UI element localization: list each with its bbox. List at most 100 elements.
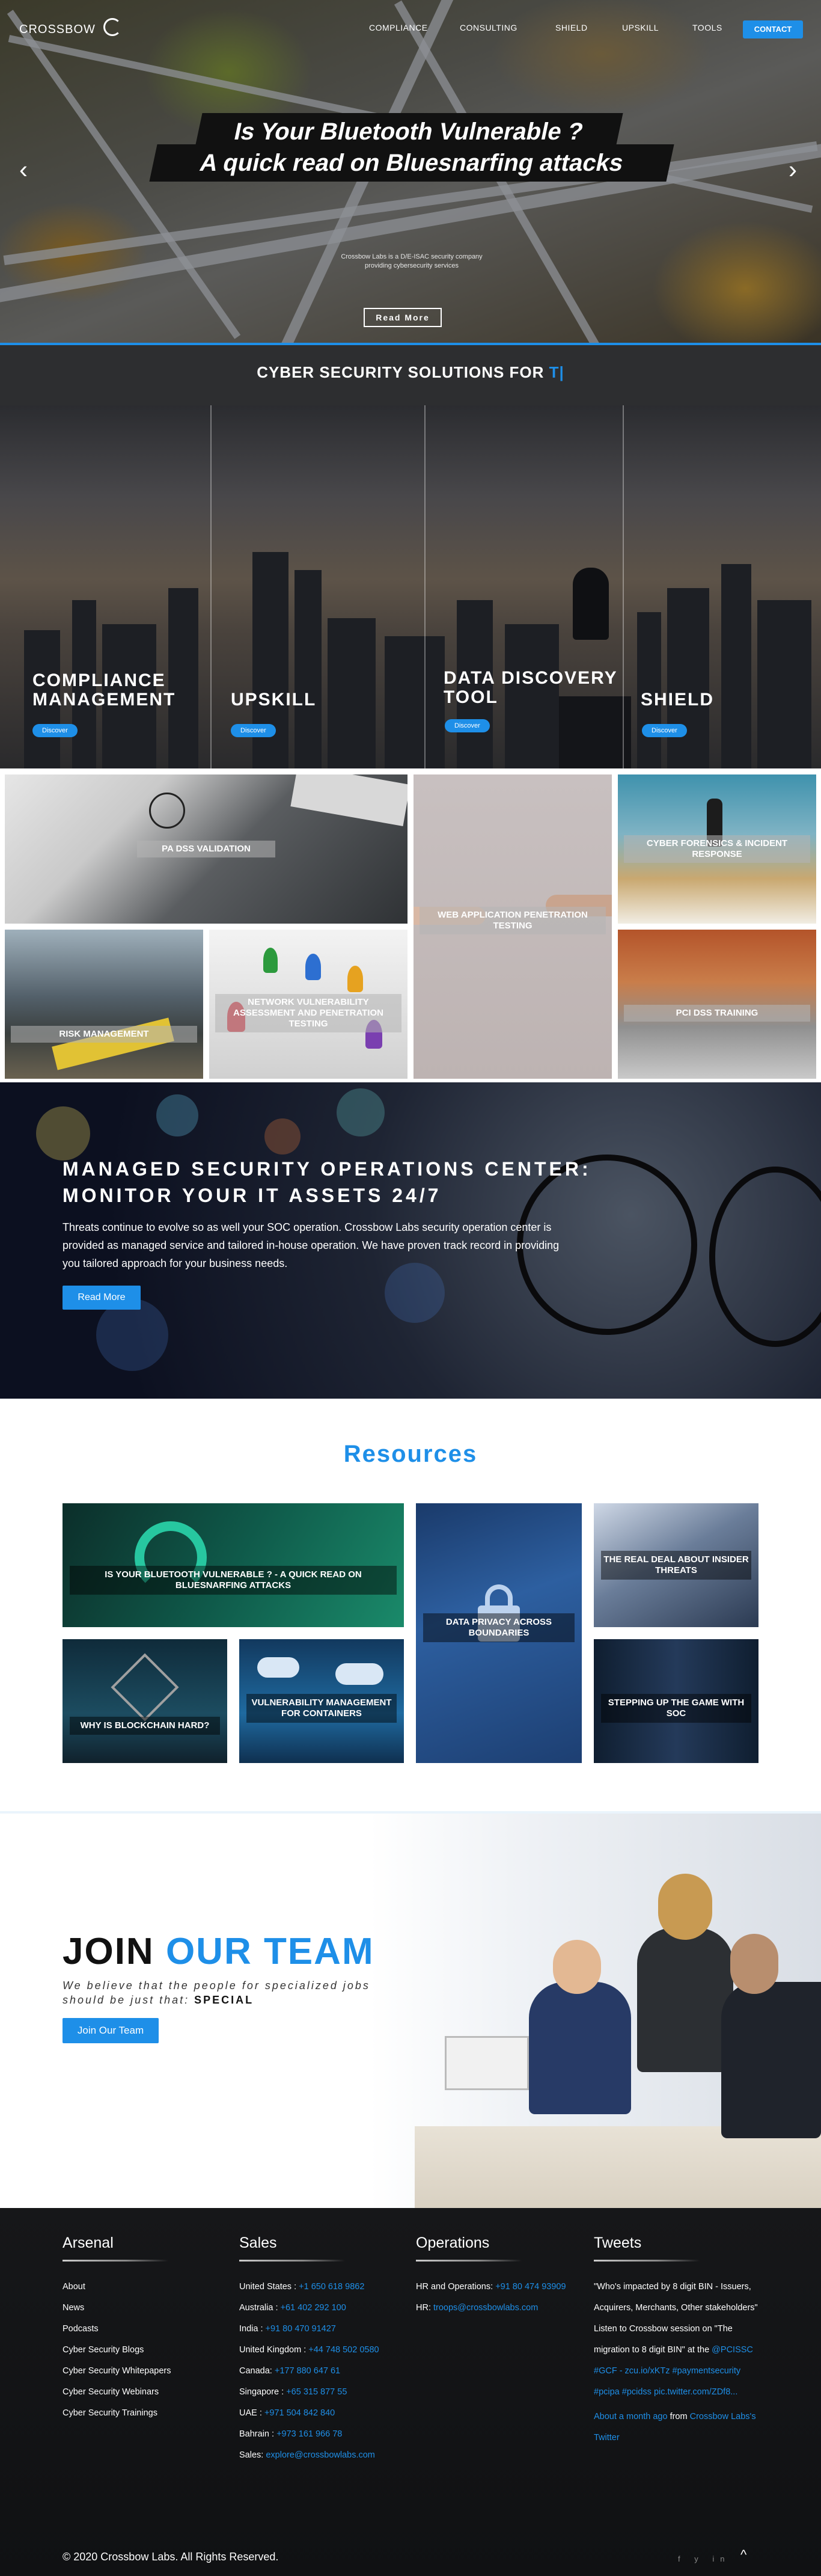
resource-data-privacy[interactable]: DATA PRIVACY ACROSS BOUNDARIES xyxy=(416,1503,582,1763)
resource-label: STEPPING UP THE GAME WITH SOC xyxy=(601,1694,751,1723)
footer-link-about[interactable]: About xyxy=(63,2277,219,2298)
slider-next-icon[interactable]: › xyxy=(789,155,797,184)
panel-compliance-title: COMPLIANCE MANAGEMENT xyxy=(32,670,176,710)
contact-button[interactable]: CONTACT xyxy=(743,20,803,38)
service-label: PA DSS VALIDATION xyxy=(137,841,275,857)
phone-link[interactable]: +973 161 966 78 xyxy=(276,2429,342,2439)
soc-read-more-button[interactable]: Read More xyxy=(63,1286,141,1310)
footer-link-blogs[interactable]: Cyber Security Blogs xyxy=(63,2340,219,2361)
panel-upskill-discover-button[interactable]: Discover xyxy=(231,724,276,737)
resource-bluetooth[interactable]: IS YOUR BLUETOOTH VULNERABLE ? - A QUICK… xyxy=(63,1503,404,1627)
sales-row: United States : +1 650 618 9862 xyxy=(239,2282,365,2292)
panel-data-discovery-discover-button[interactable]: Discover xyxy=(445,719,490,732)
resource-label: VULNERABILITY MANAGEMENT FOR CONTAINERS xyxy=(246,1694,397,1723)
operations-row: HR: troops@crossbowlabs.com xyxy=(416,2303,539,2313)
resource-insider-threats[interactable]: THE REAL DEAL ABOUT INSIDER THREATS xyxy=(594,1503,758,1627)
service-pa-dss[interactable]: PA DSS VALIDATION xyxy=(5,774,407,924)
sales-row: Singapore : +65 315 877 55 xyxy=(239,2387,347,2397)
footer-link-news[interactable]: News xyxy=(63,2298,219,2319)
nav-upskill[interactable]: UPSKILL xyxy=(622,23,659,32)
resource-soc[interactable]: STEPPING UP THE GAME WITH SOC xyxy=(594,1639,758,1763)
social-icons[interactable]: f y in xyxy=(678,2554,730,2563)
service-network-vapt[interactable]: NETWORK VULNERABILITY ASSESSMENT AND PEN… xyxy=(209,930,407,1079)
service-label: NETWORK VULNERABILITY ASSESSMENT AND PEN… xyxy=(215,993,401,1032)
tweet: "Who's impacted by 8 digit BIN - Issuers… xyxy=(594,2282,758,2443)
service-risk-management[interactable]: RISK MANAGEMENT xyxy=(5,930,203,1079)
resources-title: Resources xyxy=(343,1441,478,1467)
soc-description: Threats continue to evolve so as well yo… xyxy=(63,1221,560,1269)
footer-arsenal-links: About News Podcasts Cyber Security Blogs… xyxy=(63,2277,219,2424)
solutions-panels xyxy=(0,405,821,768)
sales-row: Canada: +177 880 647 61 xyxy=(239,2366,341,2376)
phone-link[interactable]: +65 315 877 55 xyxy=(286,2387,347,2397)
footer-arsenal-title: Arsenal xyxy=(63,2234,114,2251)
email-link[interactable]: explore@crossbowlabs.com xyxy=(266,2450,375,2460)
footer-operations-title: Operations xyxy=(416,2234,490,2251)
nav-compliance[interactable]: COMPLIANCE xyxy=(369,23,428,32)
resource-label: WHY IS BLOCKCHAIN HARD? xyxy=(70,1717,220,1735)
soc-heading: MANAGED SECURITY OPERATIONS CENTER: MONI… xyxy=(63,1158,591,1206)
phone-link[interactable]: +91 80 474 93909 xyxy=(495,2282,566,2292)
nav-consulting[interactable]: CONSULTING xyxy=(460,23,517,32)
panel-upskill-title: UPSKILL xyxy=(231,690,317,710)
nav-shield[interactable]: SHIELD xyxy=(555,23,588,32)
slider-prev-icon[interactable]: ‹ xyxy=(19,155,28,184)
service-cyber-forensics[interactable]: CYBER FORENSICS & INCIDENT RESPONSE xyxy=(618,774,816,924)
resource-vuln-containers[interactable]: VULNERABILITY MANAGEMENT FOR CONTAINERS xyxy=(239,1639,404,1763)
hero-read-more-button[interactable]: Read More xyxy=(364,308,442,327)
footer-link-whitepapers[interactable]: Cyber Security Whitepapers xyxy=(63,2361,219,2382)
phone-link[interactable]: +177 880 647 61 xyxy=(275,2366,340,2376)
panel-data-discovery-title: DATA DISCOVERY TOOL xyxy=(444,668,618,707)
nav-tools[interactable]: TOOLS xyxy=(692,23,722,32)
sales-row: Australia : +61 402 292 100 xyxy=(239,2303,346,2313)
footer-sales-list: United States : +1 650 618 9862 Australi… xyxy=(239,2277,407,2466)
sales-row: Sales: explore@crossbowlabs.com xyxy=(239,2450,375,2460)
sales-row: India : +91 80 470 91427 xyxy=(239,2324,336,2334)
team-tagline: We believe that the people for specializ… xyxy=(63,1980,370,2006)
join-team-button[interactable]: Join Our Team xyxy=(63,2018,159,2043)
tweet-text: "Who's impacted by 8 digit BIN - Issuers… xyxy=(594,2282,758,2355)
panel-shield-discover-button[interactable]: Discover xyxy=(642,724,687,737)
tweet-time[interactable]: About a month ago xyxy=(594,2412,668,2421)
panel-compliance-discover-button[interactable]: Discover xyxy=(32,724,78,737)
solutions-title: CYBER SECURITY SOLUTIONS FOR T| xyxy=(257,363,564,381)
email-link[interactable]: troops@crossbowlabs.com xyxy=(433,2303,538,2313)
operations-row: HR and Operations: +91 80 474 93909 xyxy=(416,2282,566,2292)
crossbow-logo[interactable]: CROSSBOW xyxy=(19,16,133,44)
resource-label: THE REAL DEAL ABOUT INSIDER THREATS xyxy=(601,1551,751,1580)
service-label: PCI DSS TRAINING xyxy=(624,1004,810,1022)
sales-row: United Kingdom : +44 748 502 0580 xyxy=(239,2345,379,2355)
hero-headline-2: A quick read on Bluesnarfing attacks xyxy=(149,144,674,182)
footer-tweets-title: Tweets xyxy=(594,2234,642,2251)
scroll-to-top-icon[interactable]: ^ xyxy=(740,2547,746,2563)
footer-divider xyxy=(594,2260,700,2262)
phone-link[interactable]: +91 80 470 91427 xyxy=(266,2324,336,2334)
phone-link[interactable]: +971 504 842 840 xyxy=(264,2408,335,2418)
footer-divider xyxy=(416,2260,522,2262)
resource-label: IS YOUR BLUETOOTH VULNERABLE ? - A QUICK… xyxy=(70,1565,397,1595)
service-label: RISK MANAGEMENT xyxy=(11,1025,197,1043)
footer-link-podcasts[interactable]: Podcasts xyxy=(63,2319,219,2340)
panel-shield-title: SHIELD xyxy=(641,690,715,710)
footer-sales-title: Sales xyxy=(239,2234,277,2251)
service-pci-dss-training[interactable]: PCI DSS TRAINING xyxy=(618,930,816,1079)
team-heading: JOIN OUR TEAM xyxy=(63,1931,374,1972)
team-section xyxy=(0,1814,821,2208)
service-label: CYBER FORENSICS & INCIDENT RESPONSE xyxy=(624,835,810,863)
footer-link-webinars[interactable]: Cyber Security Webinars xyxy=(63,2382,219,2403)
footer-link-trainings[interactable]: Cyber Security Trainings xyxy=(63,2403,219,2424)
sales-row: Bahrain : +973 161 966 78 xyxy=(239,2429,343,2439)
phone-link[interactable]: +44 748 502 0580 xyxy=(308,2345,379,2355)
footer-divider xyxy=(239,2260,345,2262)
hero-subtext: Crossbow Labs is a D/E-ISAC security com… xyxy=(341,253,483,269)
footer-operations-list: HR and Operations: +91 80 474 93909 HR: … xyxy=(416,2277,590,2319)
phone-link[interactable]: +1 650 618 9862 xyxy=(299,2282,364,2292)
sales-row: UAE : +971 504 842 840 xyxy=(239,2408,335,2418)
service-label: WEB APPLICATION PENETRATION TESTING xyxy=(420,906,606,934)
footer-divider xyxy=(63,2260,168,2262)
resource-blockchain[interactable]: WHY IS BLOCKCHAIN HARD? xyxy=(63,1639,227,1763)
phone-link[interactable]: +61 402 292 100 xyxy=(281,2303,346,2313)
copyright: © 2020 Crossbow Labs. All Rights Reserve… xyxy=(63,2551,279,2563)
service-web-app-pentest[interactable]: WEB APPLICATION PENETRATION TESTING xyxy=(414,774,612,1079)
resource-label: DATA PRIVACY ACROSS BOUNDARIES xyxy=(423,1613,575,1643)
